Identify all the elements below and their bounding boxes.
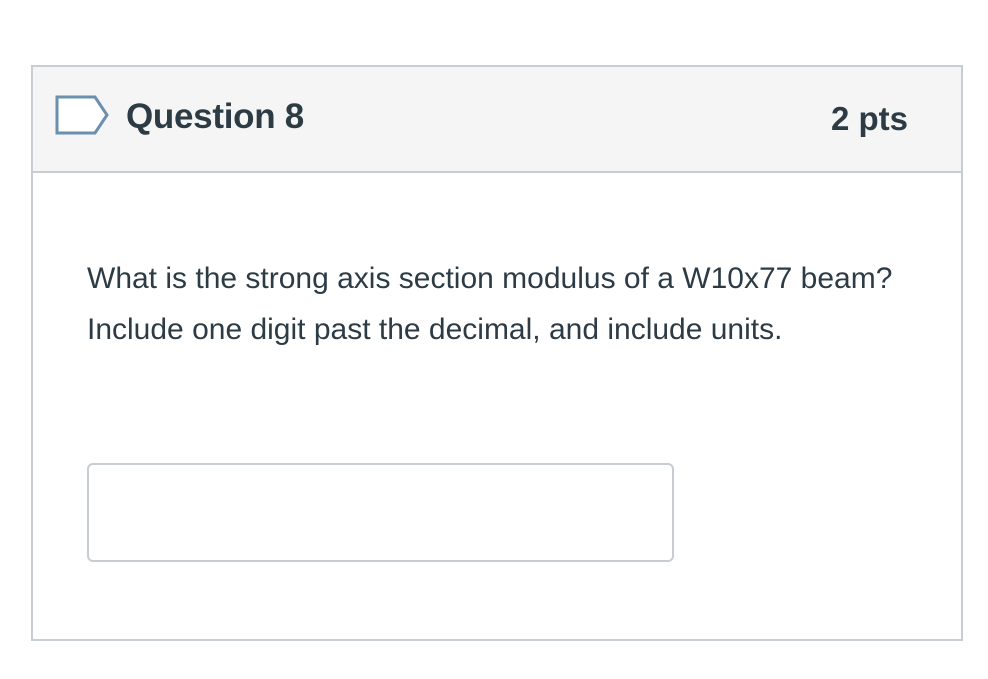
question-points: 2 pts xyxy=(830,100,908,137)
question-header: Question 8 2 pts xyxy=(33,67,961,173)
question-text: What is the strong axis section modulus … xyxy=(87,262,893,346)
question-card: Question 8 2 pts What is the strong axis… xyxy=(31,65,963,641)
answer-input[interactable] xyxy=(87,463,674,562)
flag-question-icon[interactable] xyxy=(55,95,109,135)
question-body: What is the strong axis section modulus … xyxy=(33,173,961,641)
question-title: Question 8 xyxy=(126,97,304,136)
